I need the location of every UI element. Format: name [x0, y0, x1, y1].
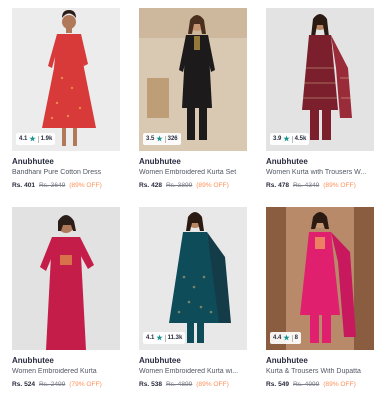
- rating-badge: 4.4 ★ 8: [270, 332, 301, 344]
- rating-badge: 3.5 ★ 326: [143, 133, 181, 145]
- original-price: Rs. 3899: [165, 182, 193, 189]
- product-name[interactable]: Women Kurta with Trousers W...: [266, 169, 374, 176]
- rating-count: 4.5k: [294, 136, 307, 142]
- star-icon: ★: [156, 335, 163, 342]
- product-price: Rs. 549 Rs. 4999 (89% OFF): [266, 381, 374, 388]
- divider: [291, 135, 293, 143]
- product-name[interactable]: Women Embroidered Kurta Set: [139, 169, 247, 176]
- product-brand[interactable]: Anubhutee: [139, 157, 247, 166]
- discount-label: (89% OFF): [196, 381, 229, 388]
- original-price: Rs. 3649: [38, 182, 66, 189]
- divider: [291, 334, 293, 342]
- rating-count: 11.3k: [167, 335, 183, 341]
- rating-value: 4.4: [273, 335, 282, 341]
- product-name[interactable]: Women Embroidered Kurta: [12, 368, 120, 375]
- rating-value: 3.5: [146, 136, 155, 142]
- discounted-price: Rs. 428: [139, 182, 163, 189]
- divider: [164, 334, 166, 342]
- product-brand[interactable]: Anubhutee: [266, 157, 374, 166]
- original-price: Rs. 4999: [292, 381, 320, 388]
- product-image[interactable]: 4.4 ★ 8: [266, 207, 374, 350]
- discount-label: (89% OFF): [196, 182, 229, 189]
- discount-label: (89% OFF): [323, 381, 356, 388]
- product-image[interactable]: 4.1 ★ 1.9k: [12, 8, 120, 151]
- discount-label: (89% OFF): [323, 182, 356, 189]
- discounted-price: Rs. 538: [139, 381, 163, 388]
- product-card[interactable]: 4.1 ★ 11.3k Anubhutee Women Embroidered …: [139, 207, 247, 388]
- discounted-price: Rs. 524: [12, 381, 36, 388]
- product-brand[interactable]: Anubhutee: [12, 157, 120, 166]
- product-card[interactable]: Anubhutee Women Embroidered Kurta Rs. 52…: [12, 207, 120, 388]
- rating-badge: 4.1 ★ 1.9k: [16, 133, 56, 145]
- product-price: Rs. 524 Rs. 2499 (79% OFF): [12, 381, 120, 388]
- product-image[interactable]: [12, 207, 120, 350]
- discount-label: (79% OFF): [69, 381, 102, 388]
- original-price: Rs. 2499: [38, 381, 66, 388]
- product-card[interactable]: 4.1 ★ 1.9k Anubhutee Bandhani Pure Cotto…: [12, 8, 120, 189]
- rating-count: 1.9k: [40, 136, 53, 142]
- original-price: Rs. 4349: [292, 182, 320, 189]
- original-price: Rs. 4899: [165, 381, 193, 388]
- product-image[interactable]: 4.1 ★ 11.3k: [139, 207, 247, 350]
- star-icon: ★: [283, 136, 290, 143]
- product-name[interactable]: Kurta & Trousers With Dupatta: [266, 368, 374, 375]
- product-image[interactable]: 3.9 ★ 4.5k: [266, 8, 374, 151]
- product-brand[interactable]: Anubhutee: [139, 356, 247, 365]
- star-icon: ★: [156, 136, 163, 143]
- product-card[interactable]: 4.4 ★ 8 Anubhutee Kurta & Trousers With …: [266, 207, 374, 388]
- divider: [164, 135, 166, 143]
- product-name[interactable]: Women Embroidered Kurta wi...: [139, 368, 247, 375]
- product-price: Rs. 428 Rs. 3899 (89% OFF): [139, 182, 247, 189]
- product-price: Rs. 538 Rs. 4899 (89% OFF): [139, 381, 247, 388]
- rating-value: 4.1: [146, 335, 155, 341]
- rating-badge: 3.9 ★ 4.5k: [270, 133, 310, 145]
- rating-count: 326: [167, 136, 178, 142]
- rating-count: 8: [294, 335, 298, 341]
- product-card[interactable]: 3.5 ★ 326 Anubhutee Women Embroidered Ku…: [139, 8, 247, 189]
- star-icon: ★: [29, 136, 36, 143]
- product-name[interactable]: Bandhani Pure Cotton Dress: [12, 169, 120, 176]
- divider: [37, 135, 39, 143]
- discounted-price: Rs. 401: [12, 182, 36, 189]
- product-brand[interactable]: Anubhutee: [266, 356, 374, 365]
- discount-label: (89% OFF): [69, 182, 102, 189]
- rating-value: 3.9: [273, 136, 282, 142]
- star-icon: ★: [283, 335, 290, 342]
- product-image[interactable]: 3.5 ★ 326: [139, 8, 247, 151]
- product-price: Rs. 401 Rs. 3649 (89% OFF): [12, 182, 120, 189]
- discounted-price: Rs. 478: [266, 182, 290, 189]
- rating-badge: 4.1 ★ 11.3k: [143, 332, 186, 344]
- product-brand[interactable]: Anubhutee: [12, 356, 120, 365]
- rating-value: 4.1: [19, 136, 28, 142]
- product-price: Rs. 478 Rs. 4349 (89% OFF): [266, 182, 374, 189]
- discounted-price: Rs. 549: [266, 381, 290, 388]
- product-card[interactable]: 3.9 ★ 4.5k Anubhutee Women Kurta with Tr…: [266, 8, 374, 189]
